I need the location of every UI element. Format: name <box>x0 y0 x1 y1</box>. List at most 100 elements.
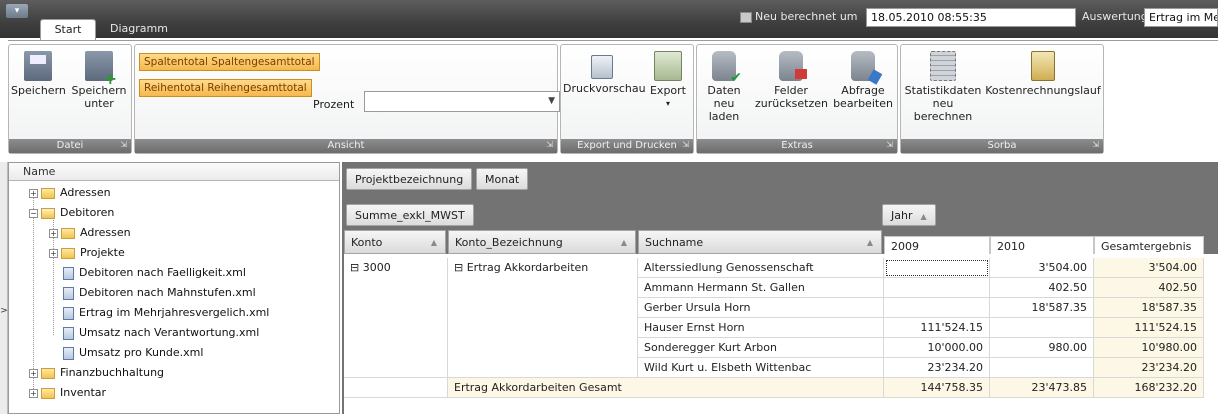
bezeichnung-cell[interactable]: ⊟ Ertrag Akkordarbeiten <box>448 258 638 378</box>
column-header-total[interactable]: Gesamtergebnis <box>1094 236 1204 256</box>
filter-field-monat[interactable]: Monat <box>476 168 529 190</box>
evaluation-label: Auswertung: <box>1082 10 1152 23</box>
column-field-label: Jahr <box>891 209 913 222</box>
column-header-2009[interactable]: 2009 <box>884 236 990 256</box>
group-export: Druckvorschau Export ▾ Export und Drucke… <box>560 44 694 154</box>
tree-item-adressen[interactable]: + Adressen <box>29 183 111 203</box>
suchname-cell[interactable]: Sonderegger Kurt Arbon <box>638 338 884 358</box>
group-extras: Daten neu laden Felder zurücksetzen Abfr… <box>696 44 898 154</box>
group-extras-label: Extras <box>781 140 813 151</box>
tree-item-debitoren[interactable]: − Debitoren <box>29 203 114 223</box>
tab-start[interactable]: Start <box>40 19 96 40</box>
row-field-konto-bezeichnung[interactable]: Konto_Bezeichnung ▲ <box>448 230 636 254</box>
value-cell[interactable]: 10'000.00 <box>884 338 990 358</box>
save-as-label-line2: unter <box>84 97 114 110</box>
suchname-cell[interactable]: Ammann Hermann St. Gallen <box>638 278 884 298</box>
value-cell[interactable] <box>990 358 1094 378</box>
total-cell[interactable]: 23'234.20 <box>1094 358 1204 378</box>
tree-item-report[interactable]: Debitoren nach Mahnstufen.xml <box>63 283 256 303</box>
value-cell[interactable] <box>884 278 990 298</box>
value-cell[interactable]: 3'504.00 <box>990 258 1094 278</box>
tree-item-report-selected[interactable]: Ertrag im Mehrjahresvergelich.xml <box>63 303 269 323</box>
export-launcher-icon[interactable]: ⇲ <box>682 138 689 152</box>
column-header-2010[interactable]: 2010 <box>990 236 1094 256</box>
cost-accounting-run-button[interactable]: Kostenrechnungslauf <box>985 51 1101 97</box>
subtotal-total-cell[interactable]: 168'232.20 <box>1094 378 1204 398</box>
datei-launcher-icon[interactable]: ⇲ <box>120 138 127 152</box>
total-cell[interactable]: 111'524.15 <box>1094 318 1204 338</box>
extras-launcher-icon[interactable]: ⇲ <box>886 138 893 152</box>
subtotal-cell[interactable]: 23'473.85 <box>990 378 1094 398</box>
quick-access-menu-icon[interactable]: ▾ <box>6 4 28 18</box>
collapse-icon[interactable]: ⊟ <box>350 261 359 274</box>
tree-item-projekte[interactable]: + Projekte <box>49 243 125 263</box>
collapse-icon[interactable]: − <box>29 208 38 218</box>
expand-icon[interactable]: + <box>29 188 38 198</box>
prozent-dropdown[interactable]: ▼ <box>364 91 560 112</box>
value-cell[interactable] <box>884 258 990 278</box>
total-cell[interactable]: 402.50 <box>1094 278 1204 298</box>
chevron-down-icon[interactable]: ▼ <box>548 96 555 106</box>
expand-icon[interactable]: + <box>49 228 58 238</box>
value-cell[interactable] <box>990 318 1094 338</box>
tree-item-report[interactable]: Debitoren nach Faelligkeit.xml <box>63 263 246 283</box>
total-cell[interactable]: 10'980.00 <box>1094 338 1204 358</box>
print-preview-button[interactable]: Druckvorschau <box>563 51 646 95</box>
reihengesamttotal-label[interactable]: Reihengesamttotal <box>207 82 306 94</box>
total-cell[interactable]: 3'504.00 <box>1094 258 1204 278</box>
export-dropdown-arrow[interactable]: ▾ <box>645 97 691 110</box>
subtotal-cell[interactable]: 144'758.35 <box>884 378 990 398</box>
report-file-icon <box>63 326 74 340</box>
collapse-panel-icon[interactable]: > <box>0 306 8 320</box>
data-field-summe[interactable]: Summe_exkl_MWST <box>346 204 474 226</box>
tree-item-report[interactable]: Umsatz pro Kunde.xml <box>63 343 203 363</box>
pivot-data-area: ⊟ 3000 ⊟ Ertrag Akkordarbeiten Alterssie… <box>344 254 1218 414</box>
column-field-jahr[interactable]: Jahr ▲ <box>882 204 936 226</box>
sort-ascending-icon[interactable]: ▲ <box>920 212 926 221</box>
tree-item-finanzbuchhaltung[interactable]: + Finanzbuchhaltung <box>29 363 164 383</box>
spaltengesamttotal-label[interactable]: Spaltengesamttotal <box>211 56 314 68</box>
subtotal-label[interactable]: Ertrag Akkordarbeiten Gesamt <box>448 378 884 398</box>
tree-item-label: Finanzbuchhaltung <box>60 366 165 379</box>
tree-item-inventar[interactable]: + Inventar <box>29 383 106 403</box>
sort-ascending-icon[interactable]: ▲ <box>431 231 437 254</box>
row-field-konto[interactable]: Konto ▲ <box>344 230 446 254</box>
reset-fields-button[interactable]: Felder zurücksetzen <box>755 51 828 110</box>
evaluation-field[interactable]: Ertrag im Me <box>1144 8 1218 27</box>
expand-icon[interactable]: + <box>49 248 58 258</box>
konto-cell[interactable]: ⊟ 3000 <box>344 258 448 378</box>
sort-ascending-icon[interactable]: ▲ <box>621 231 627 254</box>
export-button[interactable]: Export ▾ <box>645 51 691 110</box>
collapse-icon[interactable]: ⊟ <box>454 261 463 274</box>
value-cell[interactable]: 23'234.20 <box>884 358 990 378</box>
save-as-button[interactable]: Speichern unter <box>69 51 129 110</box>
suchname-cell[interactable]: Wild Kurt u. Elsbeth Wittenbac <box>638 358 884 378</box>
value-cell[interactable]: 980.00 <box>990 338 1094 358</box>
value-cell[interactable]: 402.50 <box>990 278 1094 298</box>
suchname-cell[interactable]: Hauser Ernst Horn <box>638 318 884 338</box>
tree-header: Name <box>9 163 339 181</box>
value-cell[interactable]: 18'587.35 <box>990 298 1094 318</box>
expand-icon[interactable]: + <box>29 368 38 378</box>
edit-query-button[interactable]: Abfrage bearbeiten <box>831 51 895 110</box>
sort-ascending-icon[interactable]: ▲ <box>867 231 873 254</box>
reload-data-button[interactable]: Daten neu laden <box>699 51 749 123</box>
folder-icon <box>61 247 75 259</box>
tree-item-report[interactable]: Umsatz nach Verantwortung.xml <box>63 323 259 343</box>
total-cell[interactable]: 18'587.35 <box>1094 298 1204 318</box>
value-cell[interactable]: 111'524.15 <box>884 318 990 338</box>
tree-item-debitoren-adressen[interactable]: + Adressen <box>49 223 131 243</box>
row-field-suchname[interactable]: Suchname ▲ <box>638 230 882 254</box>
save-button[interactable]: Speichern <box>11 51 66 97</box>
expand-icon[interactable]: + <box>29 388 38 398</box>
suchname-cell[interactable]: Gerber Ursula Horn <box>638 298 884 318</box>
tab-diagramm[interactable]: Diagramm <box>110 19 168 40</box>
value-cell[interactable] <box>884 298 990 318</box>
filter-field-projektbezeichnung[interactable]: Projektbezeichnung <box>346 168 473 190</box>
suchname-cell[interactable]: Alterssiedlung Genossenschaft <box>638 258 884 278</box>
recalculate-statistics-button[interactable]: Statistikdaten neu berechnen <box>903 51 983 123</box>
reihentotal-toggle[interactable]: Reihentotal Reihengesamttotal <box>139 79 312 97</box>
ansicht-launcher-icon[interactable]: ⇲ <box>546 138 553 152</box>
spaltentotal-toggle[interactable]: Spaltentotal Spaltengesamttotal <box>139 53 320 71</box>
sorba-launcher-icon[interactable]: ⇲ <box>1092 138 1099 152</box>
